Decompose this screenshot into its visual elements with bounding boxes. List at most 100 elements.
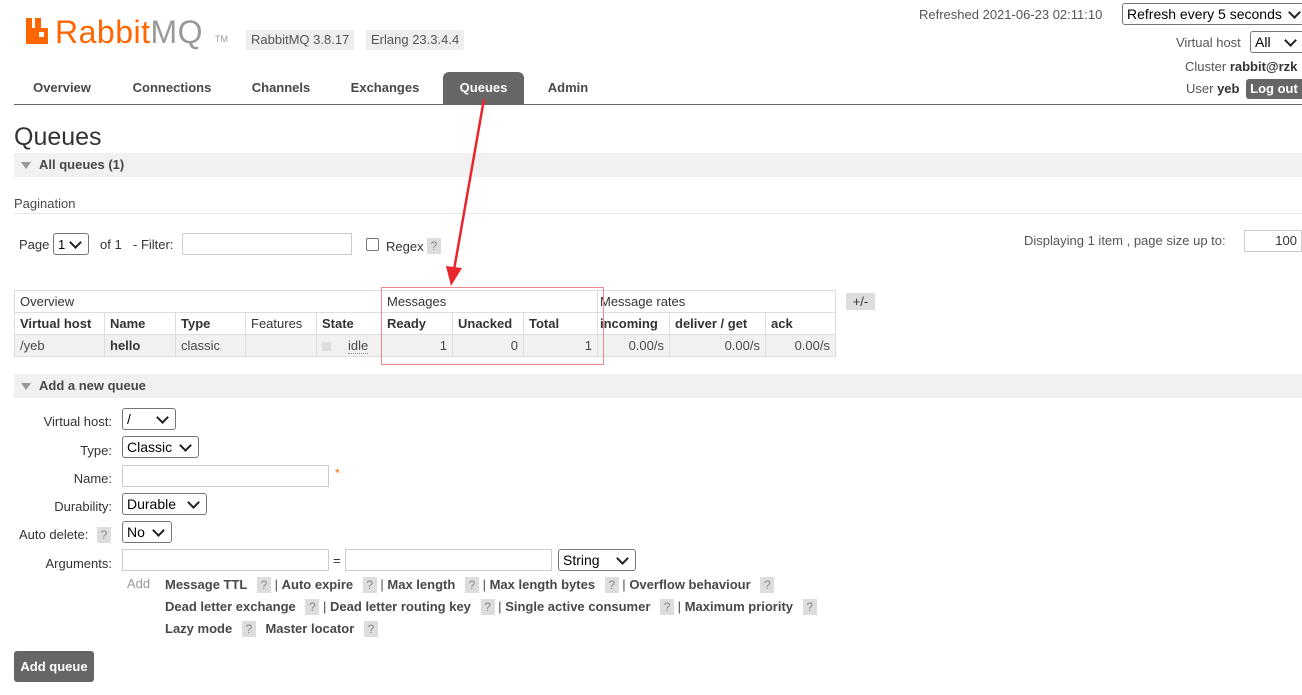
help-icon[interactable]: ? bbox=[362, 577, 377, 593]
durability-value: Durable bbox=[127, 496, 177, 512]
arg-link-max-length[interactable]: Max length bbox=[387, 577, 455, 592]
logo-text: Rabbit bbox=[55, 14, 151, 50]
col-ack[interactable]: ack bbox=[765, 312, 836, 335]
separator: | bbox=[622, 577, 626, 592]
separator: | bbox=[498, 599, 502, 614]
help-icon[interactable]: ? bbox=[480, 599, 495, 615]
chevron-down-icon bbox=[616, 551, 629, 565]
help-icon[interactable]: ? bbox=[760, 577, 775, 593]
separator: | bbox=[482, 577, 486, 592]
cell-ack: 0.00/s bbox=[765, 334, 836, 357]
argument-value-input[interactable] bbox=[345, 549, 552, 571]
type-field-label: Type: bbox=[80, 443, 112, 458]
tab-overview[interactable]: Overview bbox=[14, 72, 110, 104]
separator: | bbox=[274, 577, 278, 592]
all-queues-section-toggle[interactable]: All queues (1) bbox=[14, 153, 1302, 177]
cell-incoming: 0.00/s bbox=[597, 334, 670, 357]
state-text: idle bbox=[348, 338, 369, 354]
regex-checkbox[interactable] bbox=[366, 238, 379, 251]
arg-link-message-ttl[interactable]: Message TTL bbox=[165, 577, 247, 592]
arg-link-dead-letter-routing-key[interactable]: Dead letter routing key bbox=[330, 599, 471, 614]
argument-key-input[interactable] bbox=[122, 549, 329, 571]
argument-links-row-1: Message TTL ? | Auto expire ? | Max leng… bbox=[165, 577, 775, 593]
filter-input[interactable] bbox=[182, 233, 352, 255]
tab-channels[interactable]: Channels bbox=[236, 72, 326, 104]
durability-select[interactable]: Durable bbox=[122, 493, 207, 515]
chevron-down-icon bbox=[69, 235, 83, 249]
col-type[interactable]: Type bbox=[175, 312, 246, 335]
filter-label: - Filter: bbox=[133, 237, 174, 252]
autodelete-select[interactable]: No bbox=[122, 521, 172, 543]
col-state[interactable]: State bbox=[316, 312, 382, 335]
rabbitmq-logo-icon bbox=[26, 18, 48, 44]
separator: | bbox=[323, 599, 327, 614]
col-name[interactable]: Name bbox=[104, 312, 176, 335]
logo-text-mq: MQ bbox=[150, 14, 204, 50]
help-icon[interactable]: ? bbox=[241, 621, 256, 637]
add-queue-heading: Add a new queue bbox=[39, 378, 146, 393]
col-deliver-get[interactable]: deliver / get bbox=[669, 312, 766, 335]
col-features[interactable]: Features bbox=[245, 312, 317, 335]
argument-type-select[interactable]: String bbox=[558, 549, 636, 571]
arg-link-dead-letter-exchange[interactable]: Dead letter exchange bbox=[165, 599, 296, 614]
chevron-down-icon bbox=[187, 495, 200, 509]
state-indicator-icon bbox=[322, 342, 331, 351]
queue-type-select[interactable]: Classic bbox=[122, 436, 199, 458]
separator: | bbox=[677, 599, 682, 614]
main-nav: Overview Connections Channels Exchanges … bbox=[14, 72, 1302, 105]
autodelete-help-icon[interactable]: ? bbox=[97, 527, 111, 543]
add-argument-label: Add bbox=[127, 576, 151, 591]
add-queue-button[interactable]: Add queue bbox=[14, 651, 94, 682]
page-select[interactable]: 1 bbox=[53, 233, 89, 255]
cell-features bbox=[245, 334, 317, 357]
help-icon[interactable]: ? bbox=[802, 599, 817, 615]
arg-link-lazy-mode[interactable]: Lazy mode bbox=[165, 621, 232, 636]
required-marker: * bbox=[335, 466, 340, 480]
tab-exchanges[interactable]: Exchanges bbox=[336, 72, 434, 104]
vhost-select-value: All bbox=[1255, 34, 1271, 50]
annotation-arrow bbox=[446, 98, 486, 286]
refresh-interval-select[interactable]: Refresh every 5 seconds bbox=[1122, 3, 1302, 25]
help-icon[interactable]: ? bbox=[604, 577, 619, 593]
new-queue-vhost-select[interactable]: / bbox=[122, 408, 176, 430]
vhost-select[interactable]: All bbox=[1250, 31, 1302, 53]
page-title: Queues bbox=[14, 123, 102, 151]
arg-link-maximum-priority[interactable]: Maximum priority bbox=[685, 599, 793, 614]
arg-link-single-active-consumer[interactable]: Single active consumer bbox=[505, 599, 650, 614]
help-icon[interactable]: ? bbox=[305, 599, 320, 615]
separator: | bbox=[380, 577, 384, 592]
vhost-label: Virtual host bbox=[1176, 35, 1241, 50]
queue-name-input[interactable] bbox=[122, 465, 329, 487]
autodelete-field-label: Auto delete: bbox=[19, 527, 89, 542]
col-incoming[interactable]: incoming bbox=[597, 312, 670, 335]
highlight-box bbox=[381, 287, 604, 365]
help-icon[interactable]: ? bbox=[464, 577, 479, 593]
page-size-input[interactable]: 100 bbox=[1244, 230, 1302, 252]
autodelete-value: No bbox=[127, 524, 145, 540]
col-virtual-host[interactable]: Virtual host bbox=[14, 312, 105, 335]
pagination-heading: Pagination bbox=[14, 196, 76, 211]
help-icon[interactable]: ? bbox=[256, 577, 271, 593]
queue-name-link[interactable]: hello bbox=[104, 334, 176, 357]
tab-admin[interactable]: Admin bbox=[536, 72, 600, 104]
arg-link-auto-expire[interactable]: Auto expire bbox=[282, 577, 354, 592]
arg-link-max-length-bytes[interactable]: Max length bytes bbox=[490, 577, 595, 592]
collapse-triangle-icon bbox=[21, 162, 31, 169]
all-queues-heading: All queues (1) bbox=[39, 157, 125, 172]
page-count: of 1 bbox=[100, 237, 122, 252]
help-icon[interactable]: ? bbox=[363, 621, 378, 637]
arg-link-overflow-behaviour[interactable]: Overflow behaviour bbox=[629, 577, 750, 592]
page-select-value: 1 bbox=[58, 236, 66, 252]
column-toggle-button[interactable]: +/- bbox=[846, 293, 875, 310]
refresh-interval-value: Refresh every 5 seconds bbox=[1127, 6, 1282, 22]
regex-help-icon[interactable]: ? bbox=[427, 238, 441, 254]
displaying-info: Displaying 1 item , page size up to: bbox=[1024, 233, 1226, 248]
argument-links-row-2: Dead letter exchange ? | Dead letter rou… bbox=[165, 599, 817, 615]
group-overview: Overview bbox=[14, 290, 382, 313]
help-icon[interactable]: ? bbox=[660, 599, 675, 615]
tab-connections[interactable]: Connections bbox=[118, 72, 226, 104]
add-queue-section-toggle[interactable]: Add a new queue bbox=[14, 374, 1302, 398]
arg-link-master-locator[interactable]: Master locator bbox=[265, 621, 354, 636]
chevron-down-icon bbox=[1284, 33, 1297, 47]
equals-sign: = bbox=[333, 553, 341, 568]
